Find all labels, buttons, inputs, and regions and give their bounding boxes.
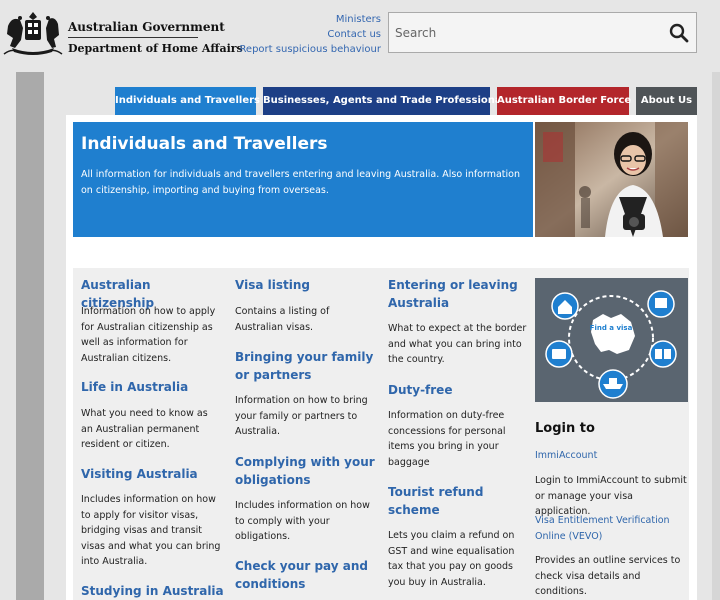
- desc-duty-free: Information on duty-free concessions for…: [388, 410, 506, 468]
- right-gutter: [712, 72, 720, 600]
- traveller-photo: [535, 122, 688, 237]
- link-bringing-family[interactable]: Bringing your family or partners: [235, 348, 375, 384]
- link-duty-free[interactable]: Duty-free: [388, 381, 452, 399]
- ministers-link[interactable]: Ministers: [239, 12, 381, 27]
- utility-links: Ministers Contact us Report suspicious b…: [239, 12, 381, 57]
- desc-life-in-australia: What you need to know as an Australian p…: [81, 408, 208, 450]
- find-a-visa-graphic[interactable]: Find a visa: [535, 278, 688, 402]
- briefcase-icon: [552, 349, 566, 359]
- teacher-icon: [655, 298, 667, 308]
- government-title[interactable]: Australian Government Department of Home…: [68, 20, 243, 55]
- desc-bringing-family: Information on how to bring your family …: [235, 395, 368, 437]
- desc-visa-listing: Contains a listing of Australian visas.: [235, 306, 330, 333]
- link-life-in-australia[interactable]: Life in Australia: [81, 378, 188, 396]
- page-title: Individuals and Travellers: [81, 134, 328, 154]
- search-input[interactable]: [395, 13, 665, 52]
- link-check-pay-conditions[interactable]: Check your pay and conditions: [235, 557, 375, 593]
- contact-us-link[interactable]: Contact us: [239, 27, 381, 42]
- search-icon[interactable]: [668, 22, 690, 44]
- hero-banner: Individuals and Travellers All informati…: [73, 122, 533, 237]
- login-heading: Login to: [535, 421, 595, 436]
- left-gutter: [16, 72, 44, 600]
- report-suspicious-link[interactable]: Report suspicious behaviour: [239, 42, 381, 57]
- link-studying-in-australia[interactable]: Studying in Australia: [81, 582, 224, 600]
- desc-visiting-australia: Includes information on how to apply for…: [81, 494, 221, 567]
- find-a-visa-label: Find a visa: [590, 324, 633, 332]
- link-tourist-refund[interactable]: Tourist refund scheme: [388, 483, 508, 519]
- government-name: Australian Government: [68, 20, 225, 38]
- link-complying-obligations[interactable]: Complying with your obligations: [235, 453, 375, 489]
- site-header: Australian Government Department of Home…: [0, 0, 720, 68]
- nav-about-us[interactable]: About Us: [636, 87, 697, 115]
- desc-australian-citizenship: Information on how to apply for Australi…: [81, 306, 216, 364]
- vevo-link[interactable]: Visa Entitlement Verification Online (VE…: [535, 513, 688, 544]
- desc-entering-leaving: What to expect at the border and what yo…: [388, 323, 527, 365]
- coat-of-arms-logo[interactable]: [2, 6, 64, 58]
- immiaccount-link[interactable]: ImmiAccount: [535, 448, 688, 464]
- desc-complying-obligations: Includes information on how to comply wi…: [235, 500, 370, 542]
- desc-tourist-refund: Lets you claim a refund on GST and wine …: [388, 530, 515, 588]
- hero-description: All information for individuals and trav…: [81, 169, 521, 196]
- nav-border-force[interactable]: Australian Border Force: [497, 87, 631, 115]
- link-entering-leaving[interactable]: Entering or leaving Australia: [388, 276, 530, 312]
- nav-individuals-travellers[interactable]: Individuals and Travellers: [115, 87, 260, 115]
- nav-businesses-agents[interactable]: Businesses, Agents and Trade Professiona…: [263, 87, 511, 115]
- department-name: Department of Home Affairs: [68, 42, 243, 55]
- link-visiting-australia[interactable]: Visiting Australia: [81, 465, 198, 483]
- vevo-description: Provides an outline services to check vi…: [535, 555, 681, 597]
- search-box: [388, 12, 697, 53]
- link-visa-listing[interactable]: Visa listing: [235, 276, 310, 294]
